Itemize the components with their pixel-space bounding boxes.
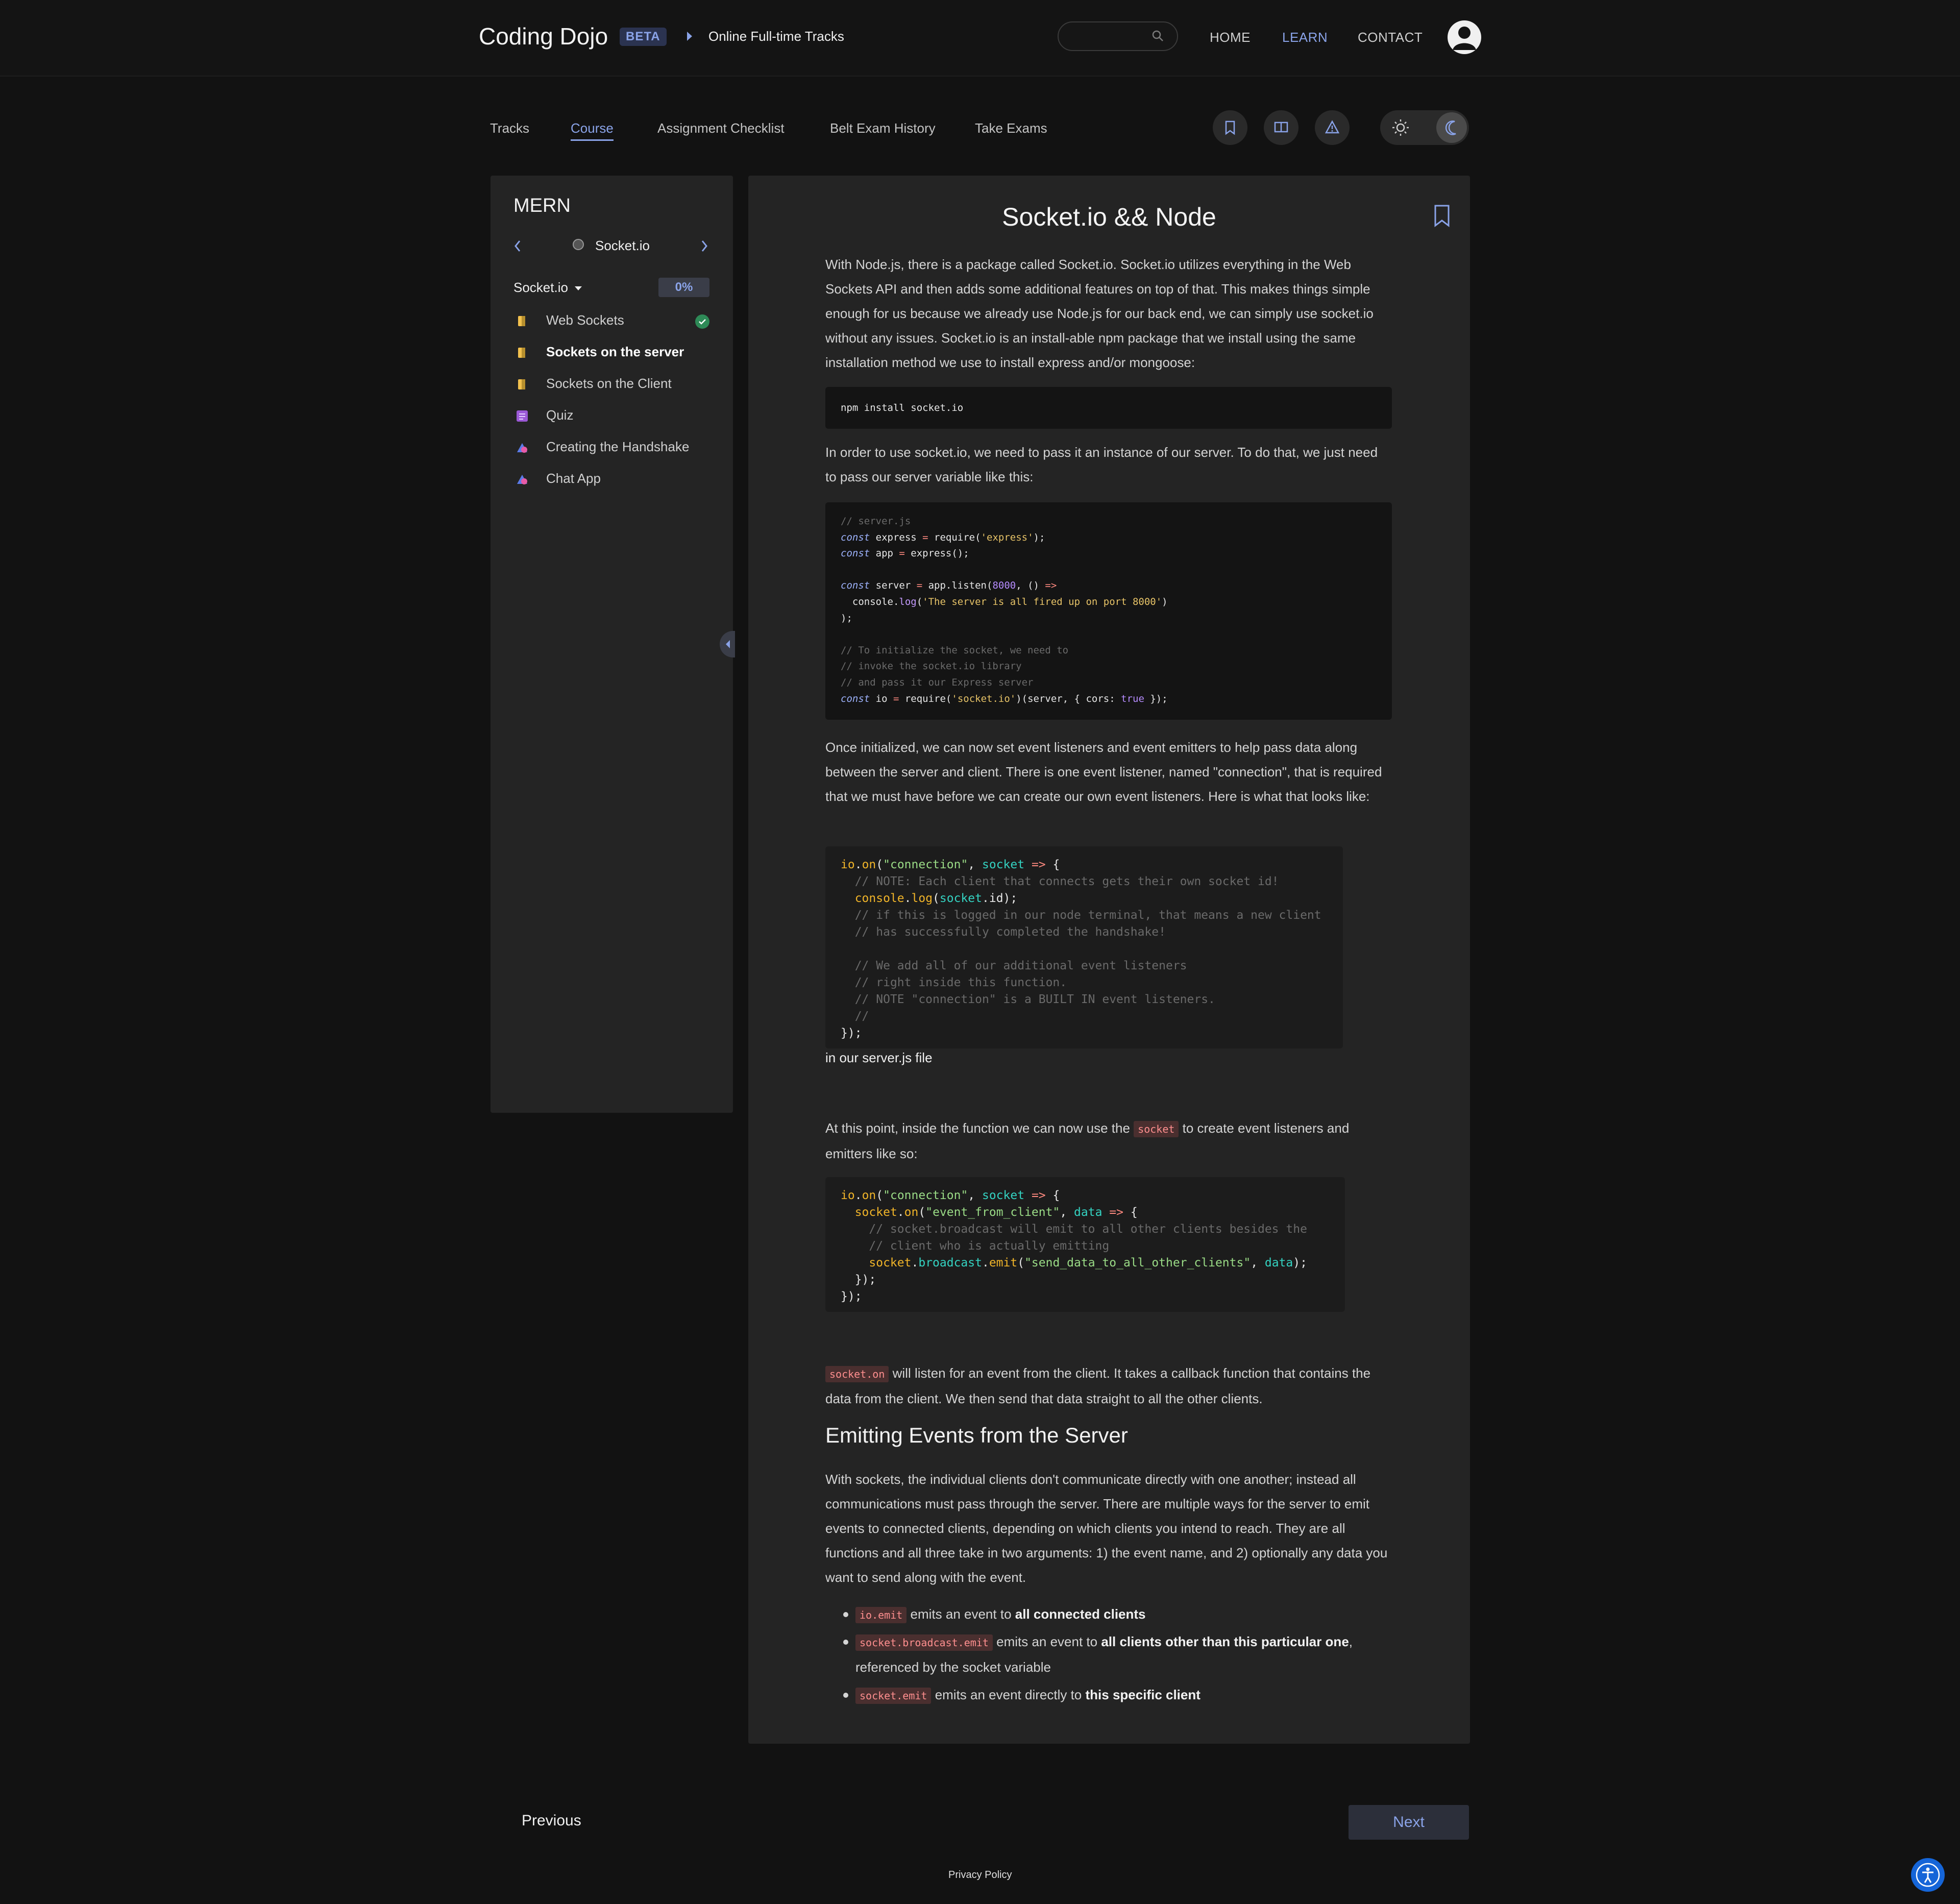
nav-contact[interactable]: CONTACT (1358, 30, 1423, 45)
reading-icon (516, 346, 529, 359)
reading-icon (516, 378, 529, 391)
caret-right-icon (687, 32, 692, 41)
list-item: io.emit emits an event to all connected … (855, 1602, 1396, 1627)
tab-course[interactable]: Course (571, 120, 614, 141)
list-item-text: emits an event directly to (935, 1687, 1082, 1702)
tab-belt-exam-history[interactable]: Belt Exam History (830, 120, 936, 136)
paragraph-text: At this point, inside the function we ca… (825, 1120, 1130, 1136)
nav-home[interactable]: HOME (1210, 30, 1251, 45)
nav-learn[interactable]: LEARN (1282, 30, 1328, 45)
caret-down-icon (575, 286, 582, 291)
list-item: socket.emit emits an event directly to t… (855, 1682, 1396, 1708)
paragraph-text: will listen for an event from the client… (825, 1365, 1371, 1406)
sidebar-item-web-sockets[interactable]: Web Sockets (546, 312, 624, 328)
sidebar-item-creating-the-handshake[interactable]: Creating the Handshake (546, 439, 689, 455)
assignment-icon (516, 473, 529, 486)
user-avatar-icon[interactable] (1448, 20, 1481, 54)
list-item-bold: all clients other than this particular o… (1101, 1634, 1349, 1649)
collapse-arrow-icon (726, 640, 730, 648)
sidebar-item-chat-app[interactable]: Chat App (546, 471, 601, 486)
manual-button[interactable] (1264, 110, 1298, 145)
inline-code: socket.emit (855, 1688, 932, 1704)
tab-tracks[interactable]: Tracks (490, 120, 529, 136)
sidebar-item-quiz[interactable]: Quiz (546, 407, 573, 423)
tab-take-exams[interactable]: Take Exams (975, 120, 1047, 136)
moon-icon[interactable] (1436, 112, 1467, 143)
paragraph: Once initialized, we can now set event l… (825, 740, 1382, 804)
paragraph: At this point, inside the function we ca… (825, 1116, 1392, 1166)
sidebar-module-title: Socket.io (595, 238, 650, 253)
inline-code: io.emit (855, 1607, 907, 1623)
bullet-dot (843, 1612, 848, 1617)
list-item-text: emits an event to (996, 1634, 1098, 1649)
chevron-left-icon[interactable] (512, 239, 523, 253)
next-button[interactable]: Next (1349, 1805, 1469, 1840)
inline-code: socket.broadcast.emit (855, 1634, 993, 1651)
previous-button[interactable]: Previous (522, 1812, 581, 1829)
sidebar-item-sockets-on-the-client[interactable]: Sockets on the Client (546, 376, 672, 392)
list-item-bold: this specific client (1085, 1687, 1200, 1702)
socketio-logo-icon (573, 239, 584, 250)
quiz-icon (516, 409, 529, 423)
code-block-connection: io.on("connection", socket => { // NOTE:… (825, 846, 1343, 1048)
check-circle-icon (695, 314, 709, 329)
report-issue-button[interactable] (1315, 110, 1350, 145)
bullet-dot (843, 1640, 848, 1645)
reading-icon (516, 314, 529, 328)
code-block-npm: npm install socket.io (825, 387, 1392, 429)
paragraph: With Node.js, there is a package called … (825, 257, 1374, 370)
search-icon[interactable] (1152, 30, 1164, 42)
brand-logo[interactable]: Coding Dojo (479, 22, 608, 50)
inline-code: socket.on (825, 1366, 889, 1382)
section-heading: Emitting Events from the Server (825, 1423, 1128, 1447)
sidebar-item-sockets-on-the-server[interactable]: Sockets on the server (546, 344, 684, 360)
bookmark-icon (1225, 120, 1235, 135)
warning-icon (1325, 120, 1340, 134)
paragraph: With sockets, the individual clients don… (825, 1472, 1388, 1585)
lesson-title: Socket.io && Node (1002, 203, 1216, 231)
paragraph: In order to use socket.io, we need to pa… (825, 445, 1378, 484)
sun-icon[interactable] (1388, 115, 1413, 140)
sidebar-title: MERN (513, 195, 571, 216)
beta-badge: BETA (620, 28, 667, 46)
list-item-text: emits an event to (910, 1606, 1012, 1622)
sidebar-section-toggle[interactable]: Socket.io (513, 280, 582, 296)
assignment-icon (516, 441, 529, 454)
bullet-dot (843, 1693, 848, 1698)
tab-assignment-checklist[interactable]: Assignment Checklist (657, 120, 785, 136)
code-caption: in our server.js file (825, 1050, 933, 1065)
paragraph: socket.on will listen for an event from … (825, 1361, 1392, 1411)
list-item: socket.broadcast.emit emits an event to … (855, 1629, 1396, 1679)
bookmarks-button[interactable] (1213, 110, 1247, 145)
sidebar-collapse-handle[interactable] (720, 631, 735, 657)
list-item-bold: all connected clients (1015, 1606, 1146, 1622)
section-progress-badge: 0% (658, 278, 709, 297)
accessibility-icon[interactable] (1911, 1858, 1945, 1892)
chevron-right-icon[interactable] (699, 239, 709, 253)
code-block-broadcast: io.on("connection", socket => { socket.o… (825, 1177, 1345, 1312)
code-block-server: // server.js const express = require('ex… (825, 502, 1392, 720)
top-navbar (0, 0, 1960, 77)
bookmark-icon[interactable] (1433, 204, 1451, 228)
privacy-policy-link[interactable]: Privacy Policy (948, 1869, 1012, 1881)
inline-code: socket (1134, 1121, 1179, 1137)
book-icon (1274, 121, 1288, 133)
sidebar-section-label: Socket.io (513, 280, 568, 295)
breadcrumb[interactable]: Online Full-time Tracks (708, 29, 844, 44)
